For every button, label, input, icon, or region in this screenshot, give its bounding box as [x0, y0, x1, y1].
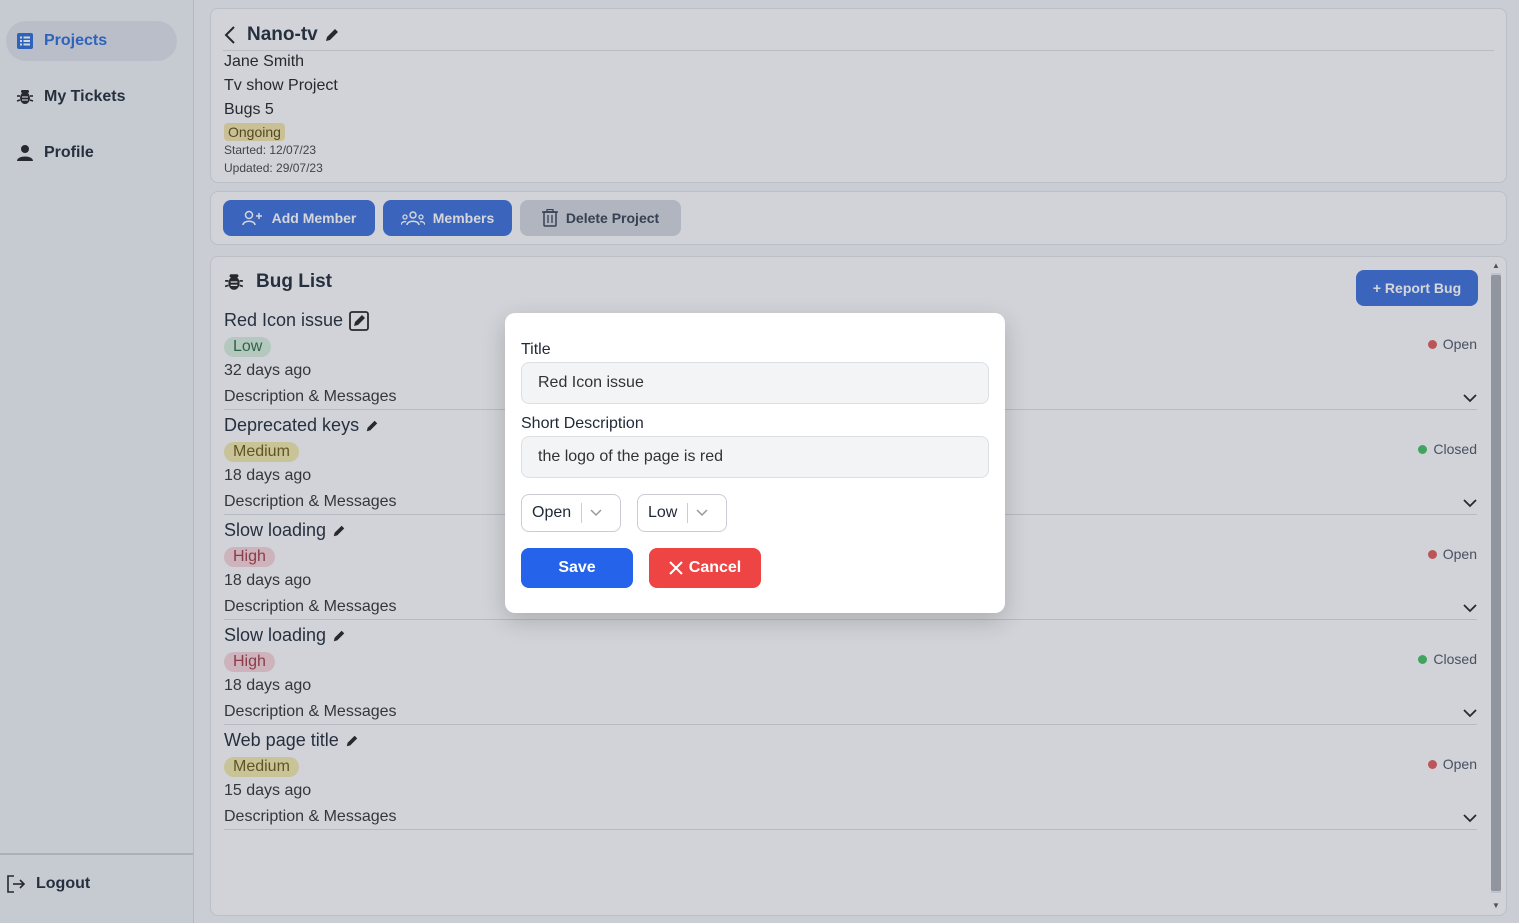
title-label: Title: [521, 341, 551, 358]
priority-select-value: Low: [648, 504, 678, 521]
short-description-input[interactable]: [521, 436, 989, 478]
edit-bug-modal: Title Short Description Open Low Save Ca…: [505, 313, 1005, 613]
select-separator: [581, 503, 583, 523]
app-root: Projects My Tickets Profile Logout Nano-…: [0, 0, 1519, 923]
close-icon: [669, 561, 683, 575]
save-button[interactable]: Save: [521, 548, 633, 588]
short-description-label: Short Description: [521, 415, 644, 432]
cancel-button[interactable]: Cancel: [649, 548, 761, 588]
chevron-down-icon: [696, 509, 708, 517]
select-separator: [687, 503, 689, 523]
status-select-value: Open: [532, 504, 572, 521]
title-input[interactable]: [521, 362, 989, 404]
cancel-label: Cancel: [688, 559, 742, 576]
priority-select[interactable]: Low: [637, 494, 727, 532]
chevron-down-icon: [590, 509, 602, 517]
status-select[interactable]: Open: [521, 494, 621, 532]
save-label: Save: [558, 559, 596, 576]
